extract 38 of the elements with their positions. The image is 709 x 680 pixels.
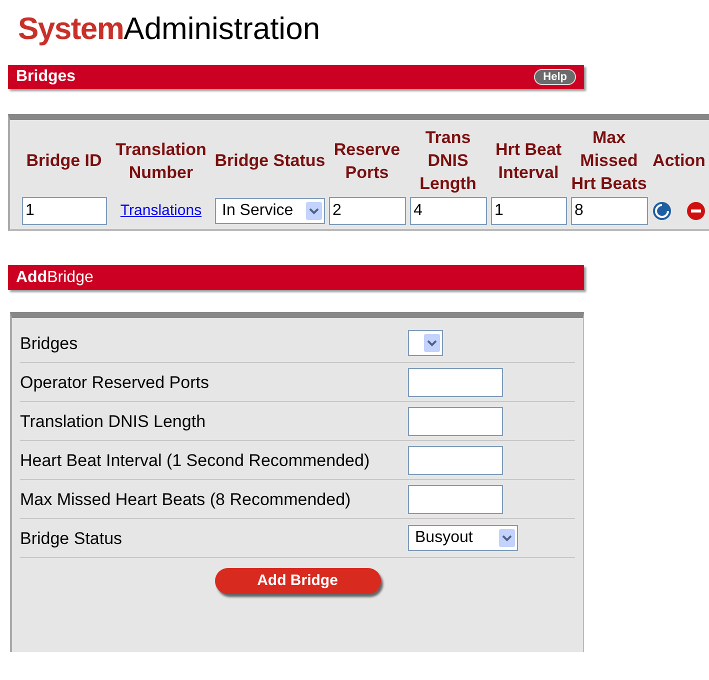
input-field[interactable]: [408, 484, 503, 514]
input-field[interactable]: [408, 446, 503, 474]
input-field[interactable]: [408, 368, 503, 396]
section-title: AddBridge: [16, 268, 94, 288]
column-header: Reserve Ports: [332, 138, 402, 184]
column-header: Action: [652, 150, 706, 172]
field-label: Heart Beat Interval (1 Second Recommended): [20, 450, 371, 472]
caret-icon: [306, 202, 322, 220]
delete-icon[interactable]: [686, 201, 706, 221]
input-field[interactable]: 2: [328, 197, 406, 225]
field-label: Max Missed Heart Beats (8 Recommended): [20, 488, 352, 510]
field-label: Bridge Status: [20, 528, 124, 550]
input-field[interactable]: 1: [490, 197, 566, 225]
input-field[interactable]: 4: [410, 197, 486, 225]
add-bridge-button[interactable]: Add Bridge: [214, 568, 380, 594]
refresh-icon[interactable]: [652, 201, 672, 221]
column-header: Bridge Status: [214, 150, 326, 172]
column-header: Trans DNIS Length: [418, 127, 478, 195]
status-dropdown[interactable]: In Service: [215, 198, 325, 224]
page-title-system: System: [18, 10, 124, 48]
input-field[interactable]: 1: [22, 197, 106, 225]
dropdown[interactable]: Busyout: [408, 525, 518, 551]
input-field[interactable]: [408, 406, 503, 436]
field-label: Bridges: [20, 332, 79, 354]
column-header: Hrt Beat Interval: [494, 138, 563, 184]
column-header: Max Missed Hrt Beats: [570, 127, 648, 195]
help-button[interactable]: Help: [534, 69, 576, 85]
caret-icon: [424, 334, 440, 352]
column-header: Bridge ID: [25, 150, 103, 172]
section-title: Bridges: [16, 67, 76, 87]
input-field[interactable]: 8: [570, 197, 648, 225]
field-label: Translation DNIS Length: [20, 410, 207, 432]
translations-link[interactable]: Translations: [120, 200, 202, 222]
page-title-administration: Administration: [124, 10, 320, 48]
dropdown[interactable]: [408, 330, 443, 356]
column-header: Translation Number: [114, 138, 208, 184]
caret-icon: [499, 529, 515, 547]
field-label: Operator Reserved Ports: [20, 372, 210, 394]
